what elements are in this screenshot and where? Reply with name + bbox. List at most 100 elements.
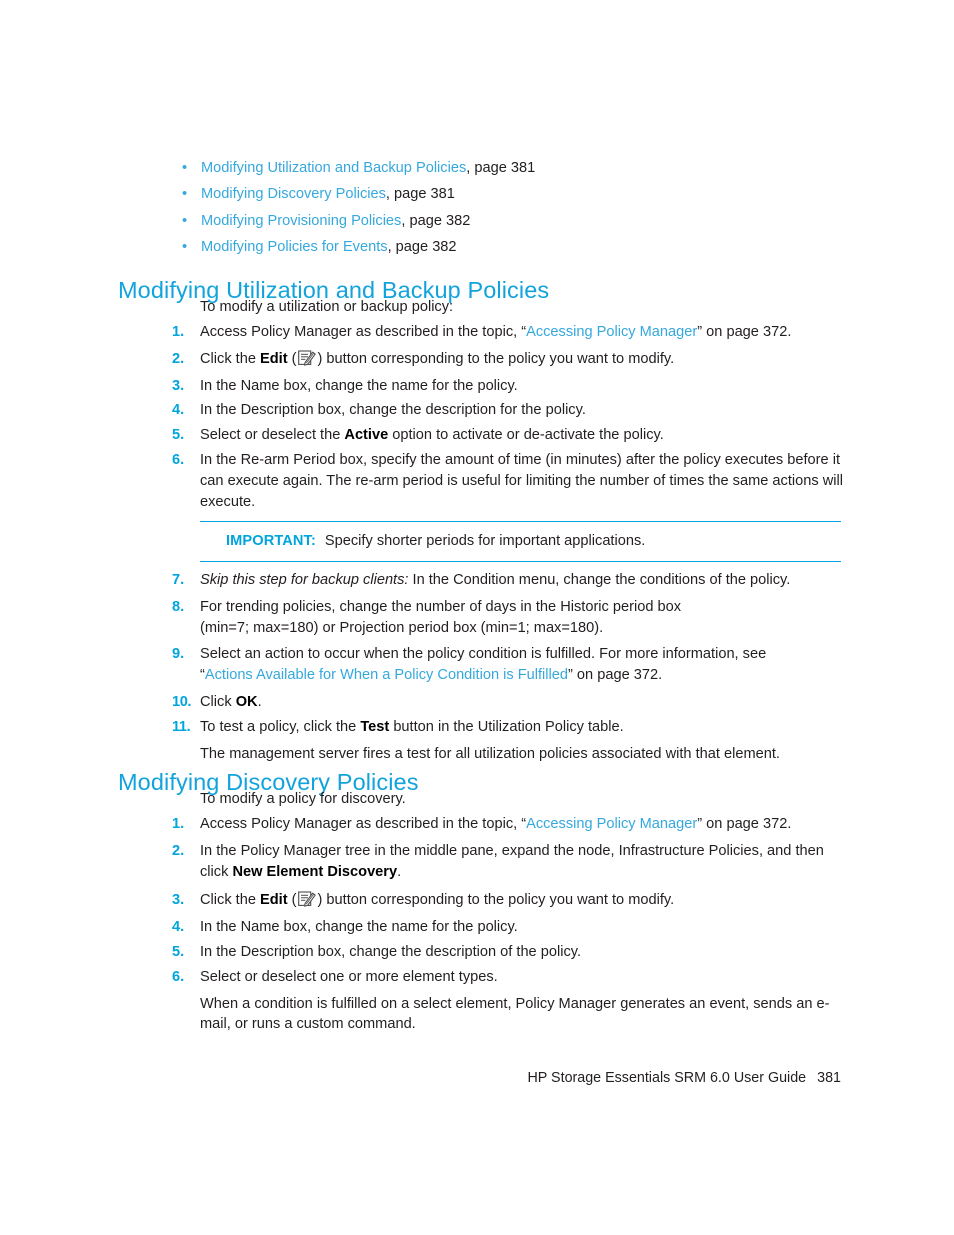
ui-label-test: Test: [360, 718, 390, 735]
step-text-a: Click the: [200, 350, 261, 367]
section-intro-utilization: To modify a utilization or backup policy…: [200, 299, 454, 315]
list-item: 10. Click OK.: [172, 692, 852, 713]
page-number: 381: [817, 1070, 841, 1086]
cross-reference-link[interactable]: Modifying Discovery Policies: [201, 186, 386, 202]
step-number: 5.: [172, 427, 185, 444]
step-number: 3.: [172, 377, 185, 394]
bullet-icon: •: [182, 186, 188, 203]
ui-label-ok: OK: [235, 693, 258, 710]
cross-reference-link[interactable]: Modifying Policies for Events: [201, 239, 388, 255]
list-item: 7. Skip this step for backup clients: In…: [172, 570, 852, 591]
cross-reference-link[interactable]: Modifying Provisioning Policies: [201, 213, 401, 229]
edit-icon: [297, 891, 317, 908]
step-text-c: ) button corresponding to the policy you…: [317, 892, 675, 909]
list-item: 2. Click the Edit ( ) button correspondi…: [172, 349, 852, 370]
step-text: In the Name box, change the name for the…: [200, 919, 518, 936]
step-link[interactable]: Accessing Policy Manager: [526, 324, 697, 340]
step-number: 6.: [172, 451, 185, 468]
step-text-b: ” on page 372.: [697, 324, 792, 340]
step-link[interactable]: Actions Available for When a Policy Cond…: [205, 667, 568, 683]
step-text-a: Access Policy Manager as described in th…: [200, 816, 527, 832]
list-item: 6. Select or deselect one or more elemen…: [172, 967, 852, 1035]
list-item: 11. To test a policy, click the Test but…: [172, 717, 852, 765]
step-text: Select or deselect one or more element t…: [200, 968, 498, 985]
step-number: 6.: [172, 968, 185, 985]
list-item[interactable]: • Modifying Policies for Events, page 38…: [180, 237, 880, 258]
list-item: 4. In the Name box, change the name for …: [172, 917, 852, 938]
cross-reference-list: • Modifying Utilization and Backup Polic…: [180, 158, 880, 263]
list-item[interactable]: • Modifying Utilization and Backup Polic…: [180, 158, 880, 179]
step-text-a: Click the: [200, 892, 261, 909]
page-footer: HP Storage Essentials SRM 6.0 User Guide…: [0, 1068, 841, 1088]
list-item: 1. Access Policy Manager as described in…: [172, 322, 852, 343]
step-text: In the Name box, change the name for the…: [200, 377, 518, 394]
bullet-icon: •: [182, 160, 188, 176]
list-item[interactable]: • Modifying Discovery Policies, page 381: [180, 184, 880, 205]
list-item[interactable]: • Modifying Provisioning Policies, page …: [180, 211, 880, 232]
step-text-italic: Skip this step for backup clients:: [200, 572, 409, 588]
step-number: 3.: [172, 892, 185, 909]
ui-label-edit: Edit: [260, 892, 288, 909]
footer-title: HP Storage Essentials SRM 6.0 User Guide: [527, 1070, 807, 1086]
step-number: 8.: [172, 598, 185, 615]
step-text-b: .: [397, 863, 402, 880]
step-number: 4.: [172, 919, 185, 936]
list-item: 4. In the Description box, change the de…: [172, 400, 852, 421]
step-number: 4.: [172, 402, 185, 419]
step-number: 10.: [172, 693, 192, 710]
quote-close: ” on page 372.: [568, 667, 663, 684]
step-text-b: (: [287, 350, 297, 367]
procedure-list-discovery: 1. Access Policy Manager as described in…: [172, 814, 852, 1039]
step-number: 1.: [172, 324, 185, 340]
step-text-line1: Select an action to occur when the polic…: [200, 646, 767, 663]
step-text-line2: (min=7; max=180) or Projection period bo…: [200, 619, 604, 636]
list-item: 3. In the Name box, change the name for …: [172, 376, 852, 397]
step-number: 1.: [172, 816, 185, 832]
step-link[interactable]: Accessing Policy Manager: [526, 816, 697, 832]
step-text-b: In the Condition menu, change the condit…: [408, 572, 791, 588]
list-item: 1. Access Policy Manager as described in…: [172, 814, 852, 835]
step-text: In the Description box, change the descr…: [200, 943, 582, 960]
bullet-icon: •: [182, 212, 188, 229]
step-text-a: Click: [200, 693, 236, 710]
edit-icon: [297, 350, 317, 366]
procedure-list-utilization: 1. Access Policy Manager as described in…: [172, 322, 852, 516]
step-subtext: The management server fires a test for a…: [200, 745, 780, 762]
step-text: In the Description box, change the descr…: [200, 402, 586, 419]
step-text-b: ” on page 372.: [697, 816, 792, 832]
cross-reference-link[interactable]: Modifying Utilization and Backup Policie…: [201, 160, 466, 176]
step-text-b: (: [287, 892, 297, 909]
step-text-line1: For trending policies, change the number…: [200, 598, 682, 615]
important-label: IMPORTANT:: [226, 533, 316, 549]
important-callout: IMPORTANT: Specify shorter periods for im…: [200, 521, 841, 562]
list-item: 5. In the Description box, change the de…: [172, 942, 852, 963]
step-number: 5.: [172, 943, 185, 960]
bullet-icon: •: [182, 238, 188, 255]
list-item: 8. For trending policies, change the num…: [172, 597, 852, 639]
step-number: 2.: [172, 842, 185, 859]
cross-reference-page: , page 381: [466, 160, 536, 176]
step-text: In the Re-arm Period box, specify the am…: [200, 451, 843, 510]
document-page: • Modifying Utilization and Backup Polic…: [0, 0, 954, 1235]
step-number: 2.: [172, 350, 185, 367]
ui-label-edit: Edit: [260, 350, 288, 367]
step-text-a: To test a policy, click the: [200, 718, 361, 735]
cross-reference-page: , page 382: [401, 212, 471, 229]
step-number: 7.: [172, 572, 185, 588]
step-number: 11.: [172, 718, 191, 735]
ui-label-new-element-discovery: New Element Discovery: [232, 863, 398, 880]
step-number: 9.: [172, 646, 185, 663]
list-item: 6. In the Re-arm Period box, specify the…: [172, 450, 852, 512]
list-item: 5. Select or deselect the Active option …: [172, 425, 852, 446]
step-text-b: .: [257, 693, 262, 710]
step-text-a: Access Policy Manager as described in th…: [200, 324, 527, 340]
step-text-a: Select or deselect the: [200, 427, 345, 444]
step-text-b: button in the Utilization Policy table.: [389, 718, 624, 735]
cross-reference-page: , page 382: [387, 238, 457, 255]
list-item: 3. Click the Edit ( ) button correspondi…: [172, 890, 852, 911]
list-item: 2. In the Policy Manager tree in the mid…: [172, 841, 852, 883]
list-item: 9. Select an action to occur when the po…: [172, 644, 852, 686]
step-subtext: When a condition is fulfilled on a selec…: [200, 995, 830, 1033]
step-text-b: option to activate or de-activate the po…: [388, 427, 664, 444]
section-intro-discovery: To modify a policy for discovery.: [200, 791, 406, 807]
